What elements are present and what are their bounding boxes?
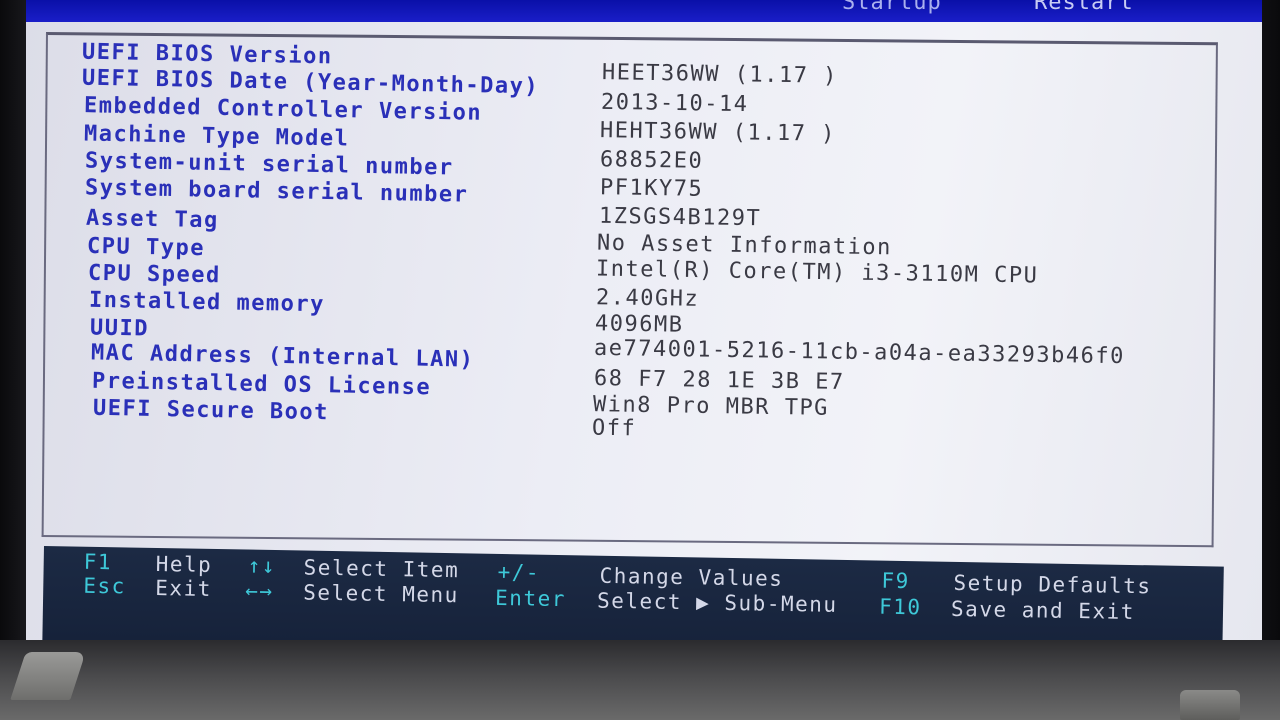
value-installed-memory: 4096MB <box>594 311 684 338</box>
value-system-unit-serial: PF1KY75 <box>599 175 704 202</box>
tab-startup[interactable]: Startup <box>842 0 942 15</box>
change-values-text: Change Values <box>599 563 784 591</box>
label-uefi-bios-version: UEFI BIOS Version <box>81 39 333 70</box>
value-system-board-serial: 1ZSGS4B129T <box>598 203 762 232</box>
value-ec-version: HEHT36WW (1.17 ) <box>599 118 837 147</box>
select-sub-menu-text: Select ▶ Sub-Menu <box>596 588 838 617</box>
laptop-base <box>0 640 1280 720</box>
enter-key: Enter <box>494 585 567 612</box>
left-right-arrows-icon: ←→ <box>245 578 274 604</box>
label-machine-type-model: Machine Type Model <box>83 121 350 152</box>
f10-key: F10 <box>878 594 922 620</box>
label-cpu-type: CPU Type <box>86 233 206 262</box>
value-uefi-bios-date: 2013-10-14 <box>600 89 749 118</box>
value-uefi-bios-version: HEET36WW (1.17 ) <box>601 60 839 89</box>
value-secure-boot[interactable]: Off <box>592 416 637 442</box>
photo-scene: Startup Restart UEFI BIOS Version UEFI B… <box>0 0 1280 720</box>
f1-help-text: Help <box>155 551 213 577</box>
save-and-exit-text: Save and Exit <box>950 596 1136 625</box>
value-machine-type-model: 68852E0 <box>599 147 704 174</box>
laptop-hinge-right <box>1180 690 1240 720</box>
f1-key: F1 <box>83 549 113 575</box>
label-installed-memory: Installed memory <box>88 287 326 318</box>
esc-key: Esc <box>83 573 126 599</box>
value-mac-address: 68 F7 28 1E 3B E7 <box>593 366 845 395</box>
label-asset-tag: Asset Tag <box>85 205 219 234</box>
select-menu-text: Select Menu <box>303 580 459 608</box>
select-item-text: Select Item <box>303 555 460 583</box>
label-secure-boot: UEFI Secure Boot <box>92 395 330 426</box>
setup-defaults-text: Setup Defaults <box>953 570 1152 599</box>
value-asset-tag: No Asset Information <box>596 230 893 261</box>
bios-screen: Startup Restart UEFI BIOS Version UEFI B… <box>26 0 1262 661</box>
label-uuid: UUID <box>89 315 150 342</box>
up-down-arrows-icon: ↑↓ <box>247 553 277 579</box>
value-cpu-speed: 2.40GHz <box>595 285 700 312</box>
tab-restart[interactable]: Restart <box>1034 0 1134 15</box>
esc-exit-text: Exit <box>155 575 213 601</box>
label-cpu-speed: CPU Speed <box>87 260 221 289</box>
bios-menu-bar: Startup Restart <box>26 0 1262 22</box>
plus-minus-key: +/- <box>497 559 541 585</box>
f9-key: F9 <box>881 568 911 594</box>
